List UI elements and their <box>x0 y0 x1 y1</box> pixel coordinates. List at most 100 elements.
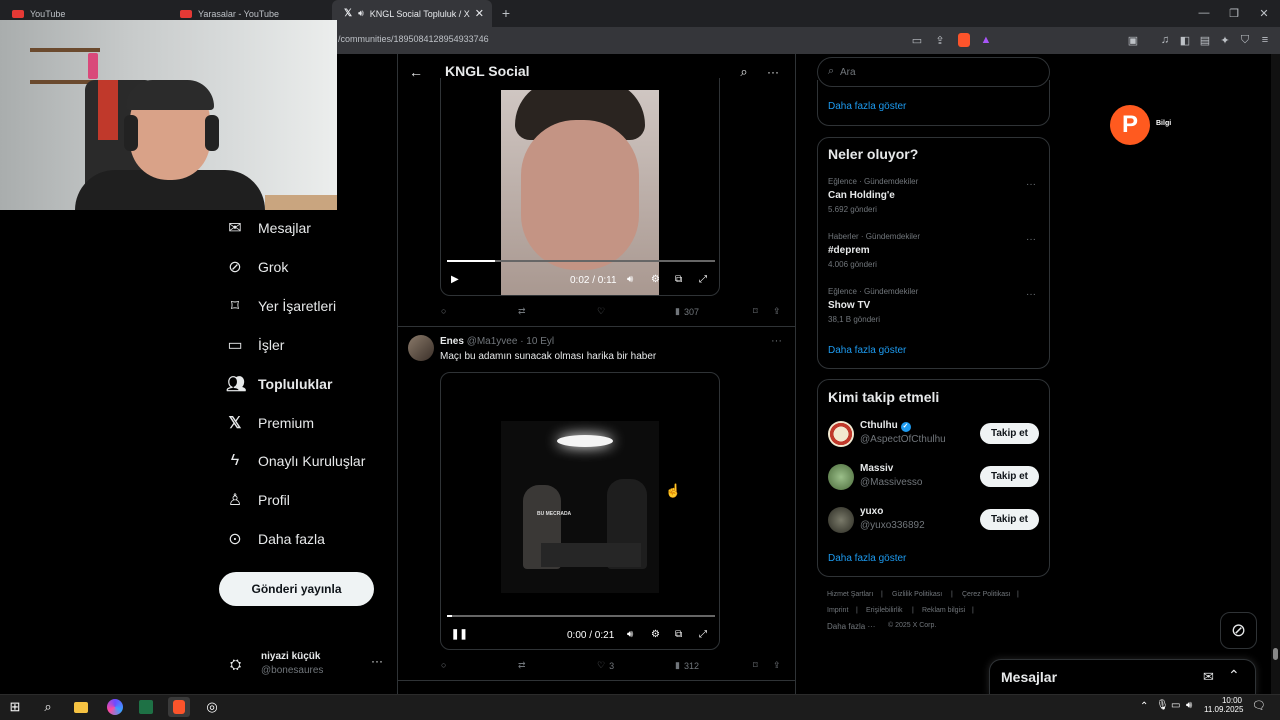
post-author[interactable]: Enes <box>440 336 464 347</box>
pause-icon[interactable]: ❚❚ <box>451 629 468 640</box>
play-icon[interactable]: ▶ <box>451 274 459 285</box>
fullscreen-icon[interactable]: ⤢ <box>699 274 707 285</box>
notifications-icon[interactable]: 🗨︎ <box>1252 699 1266 712</box>
bookmark-icon[interactable]: ⌑ <box>753 306 758 317</box>
video-progress-track[interactable] <box>447 615 715 617</box>
menu-icon[interactable]: ≡ <box>1258 33 1272 47</box>
account-switcher[interactable]: ⛭ niyazi küçük @bonesaures ··· <box>226 648 386 682</box>
avatar[interactable] <box>828 507 854 533</box>
expand-icon[interactable]: ⌃ <box>1228 667 1240 684</box>
mic-icon[interactable]: 🎙︎ <box>1156 700 1169 711</box>
excel-icon[interactable] <box>139 700 153 714</box>
footer-link-cookies[interactable]: Çerez Politikası <box>962 591 1011 598</box>
nav-profile[interactable]: ♙ Profil <box>226 482 290 518</box>
scrollbar[interactable] <box>1271 54 1280 694</box>
pip-icon[interactable]: ⧉ <box>675 274 682 285</box>
footer-link-terms[interactable]: Hizmet Şartları <box>827 591 873 598</box>
volume-icon[interactable]: 🔊︎ <box>627 274 633 285</box>
browser-icon[interactable]: ◎ <box>201 697 223 717</box>
share-icon[interactable]: ⇪ <box>773 306 781 317</box>
app-icon[interactable] <box>107 699 123 715</box>
avatar[interactable] <box>828 464 854 490</box>
show-more-link[interactable]: Daha fazla göster <box>828 101 906 112</box>
post-date[interactable]: · 10 Eyl <box>520 336 554 347</box>
vpn-icon[interactable]: ⛉ <box>1238 33 1252 47</box>
fullscreen-icon[interactable]: ⤢ <box>699 629 707 640</box>
file-explorer-icon[interactable] <box>74 701 88 713</box>
nav-more[interactable]: ⊙ Daha fazla <box>226 521 325 557</box>
clock[interactable]: 10:00 11.09.2025 <box>1204 696 1243 714</box>
repost-icon[interactable]: ⇄ <box>518 306 526 317</box>
search-icon[interactable]: ⌕ <box>736 64 752 80</box>
trend-item[interactable]: Haberler · Gündemdekiler #deprem 4.006 g… <box>818 231 1049 275</box>
more-icon[interactable]: ··· <box>1026 234 1036 245</box>
settings-icon[interactable]: ⚙ <box>651 629 660 640</box>
follow-button[interactable]: Takip et <box>980 466 1039 487</box>
new-tab-icon[interactable]: + <box>498 4 514 22</box>
footer-link-privacy[interactable]: Gizlilik Politikası <box>892 591 942 598</box>
tray-expand-icon[interactable]: ⌃ <box>1140 701 1148 712</box>
nav-verified-orgs[interactable]: ϟ Onaylı Kuruluşlar <box>226 443 366 479</box>
footer-link-imprint[interactable]: Imprint <box>827 607 848 614</box>
brave-rewards-icon[interactable]: ▲ <box>979 33 993 47</box>
reply-icon[interactable]: ○ <box>441 306 446 316</box>
url-field[interactable]: /communities/1895084128954933746 <box>338 34 489 44</box>
more-icon[interactable]: ··· <box>771 335 782 347</box>
close-window-icon[interactable]: ✕ <box>1256 4 1272 22</box>
avatar[interactable] <box>828 421 854 447</box>
sidebar-icon[interactable]: ◧ <box>1178 33 1192 47</box>
footer-link-ads[interactable]: Reklam bilgisi <box>922 607 965 614</box>
close-tab-icon[interactable]: ✕ <box>475 7 484 20</box>
reply-icon[interactable]: ○ <box>441 660 446 670</box>
follow-button[interactable]: Takip et <box>980 509 1039 530</box>
more-icon[interactable]: ··· <box>1026 179 1036 190</box>
network-icon[interactable]: ▭ <box>1171 700 1180 711</box>
volume-icon[interactable]: 🔊︎ <box>627 629 633 640</box>
post-button[interactable]: Gönderi yayınla <box>219 572 374 606</box>
nav-communities[interactable]: 👥︎ Topluluklar <box>226 366 332 402</box>
like-icon[interactable]: ♡ <box>597 306 605 317</box>
settings-icon[interactable]: ⚙ <box>651 274 660 285</box>
media-icon[interactable]: ♫ <box>1158 33 1172 47</box>
suggest-name[interactable]: Massiv <box>860 463 893 474</box>
views-stat[interactable]: ▮ 307 <box>675 306 699 317</box>
suggest-name[interactable]: Cthulhu ✓ <box>860 420 911 432</box>
leo-icon[interactable]: ✦ <box>1218 33 1232 47</box>
back-arrow-icon[interactable]: ← <box>408 64 424 80</box>
tab-kngl-social[interactable]: 𝕏 🔊︎ KNGL Social Topluluk / X ✕ <box>332 0 492 27</box>
nav-jobs[interactable]: ▭ İşler <box>226 327 284 363</box>
avatar[interactable] <box>408 335 434 361</box>
like-stat[interactable]: ♡ 3 <box>597 660 614 671</box>
share-icon[interactable]: ⇪ <box>933 33 947 47</box>
video-progress-track[interactable] <box>447 260 715 262</box>
reader-icon[interactable]: ▣ <box>1126 33 1140 47</box>
restore-icon[interactable]: ❐ <box>1226 4 1242 22</box>
trend-item[interactable]: Eğlence · Gündemdekiler Show TV 38,1 B g… <box>818 286 1049 330</box>
brave-icon[interactable] <box>173 700 185 714</box>
windows-start-icon[interactable]: ⊞ <box>4 697 26 717</box>
bookmark-icon[interactable]: ⌑ <box>753 660 758 671</box>
show-more-link[interactable]: Daha fazla göster <box>828 553 906 564</box>
nav-bookmarks[interactable]: ⌑ Yer İşaretleri <box>226 288 336 324</box>
show-more-link[interactable]: Daha fazla göster <box>828 345 906 356</box>
pip-icon[interactable]: ⧉ <box>675 629 682 640</box>
brave-shield-icon[interactable] <box>958 33 970 47</box>
share-icon[interactable]: ⇪ <box>773 660 781 671</box>
nav-grok[interactable]: ⊘ Grok <box>226 249 288 285</box>
repost-icon[interactable]: ⇄ <box>518 660 526 671</box>
trend-item[interactable]: Eğlence · Gündemdekiler Can Holding'e 5.… <box>818 176 1049 220</box>
new-message-icon[interactable]: ✉︎ <box>1203 669 1214 685</box>
grok-floating-button[interactable]: ⊘ <box>1220 612 1257 649</box>
more-icon[interactable]: ··· <box>1026 289 1036 300</box>
search-icon[interactable]: ⌕ <box>37 697 59 717</box>
scrollbar-thumb[interactable] <box>1273 648 1278 660</box>
more-icon[interactable]: ··· <box>764 64 782 80</box>
cast-icon[interactable]: ▭ <box>910 33 924 47</box>
volume-icon[interactable]: 🔊︎ <box>1186 700 1192 711</box>
messages-drawer[interactable]: Mesajlar ✉︎ ⌃ <box>989 659 1256 695</box>
footer-link-accessibility[interactable]: Erişilebilirlik <box>866 607 903 614</box>
nav-premium[interactable]: 𝕏 Premium <box>226 405 314 441</box>
nav-messages[interactable]: ✉︎ Mesajlar <box>226 210 311 246</box>
post-video[interactable]: BU MECRADA ❚❚ 0:00 / 0:21 🔊︎ ⚙ ⧉ ⤢ <box>440 372 720 650</box>
post-video[interactable]: ▶ 0:02 / 0:11 🔊︎ ⚙ ⧉ ⤢ <box>440 78 720 296</box>
